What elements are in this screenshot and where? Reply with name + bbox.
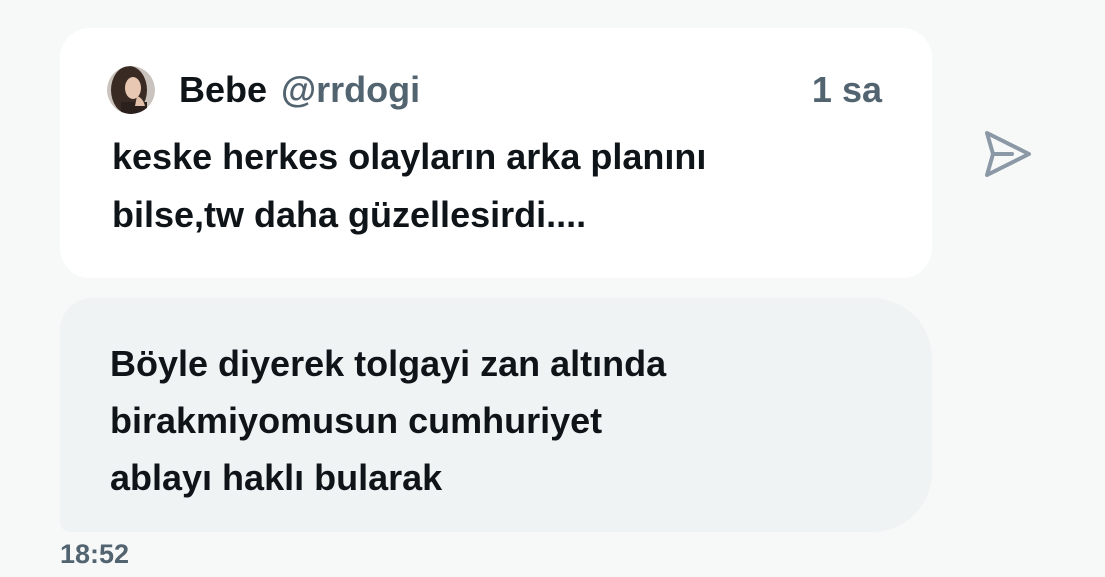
- quoted-tweet-text: keske herkes olayların arka planını bils…: [112, 136, 707, 235]
- message-bubble[interactable]: Böyle diyerek tolgayi zan altında birakm…: [60, 298, 932, 532]
- author-handle[interactable]: @rrdogi: [281, 69, 420, 111]
- tweet-timestamp[interactable]: 1 sa: [812, 69, 882, 111]
- message-timestamp: 18:52: [60, 539, 130, 569]
- quoted-tweet-card[interactable]: Bebe @rrdogi 1 sa keske herkes olayların…: [60, 28, 932, 278]
- user-avatar-icon[interactable]: [107, 66, 155, 114]
- message-text: Böyle diyerek tolgayi zan altında birakm…: [110, 343, 667, 498]
- send-icon[interactable]: [982, 128, 1034, 180]
- author-name[interactable]: Bebe: [179, 69, 267, 111]
- quoted-tweet-header: Bebe @rrdogi 1 sa: [107, 64, 882, 116]
